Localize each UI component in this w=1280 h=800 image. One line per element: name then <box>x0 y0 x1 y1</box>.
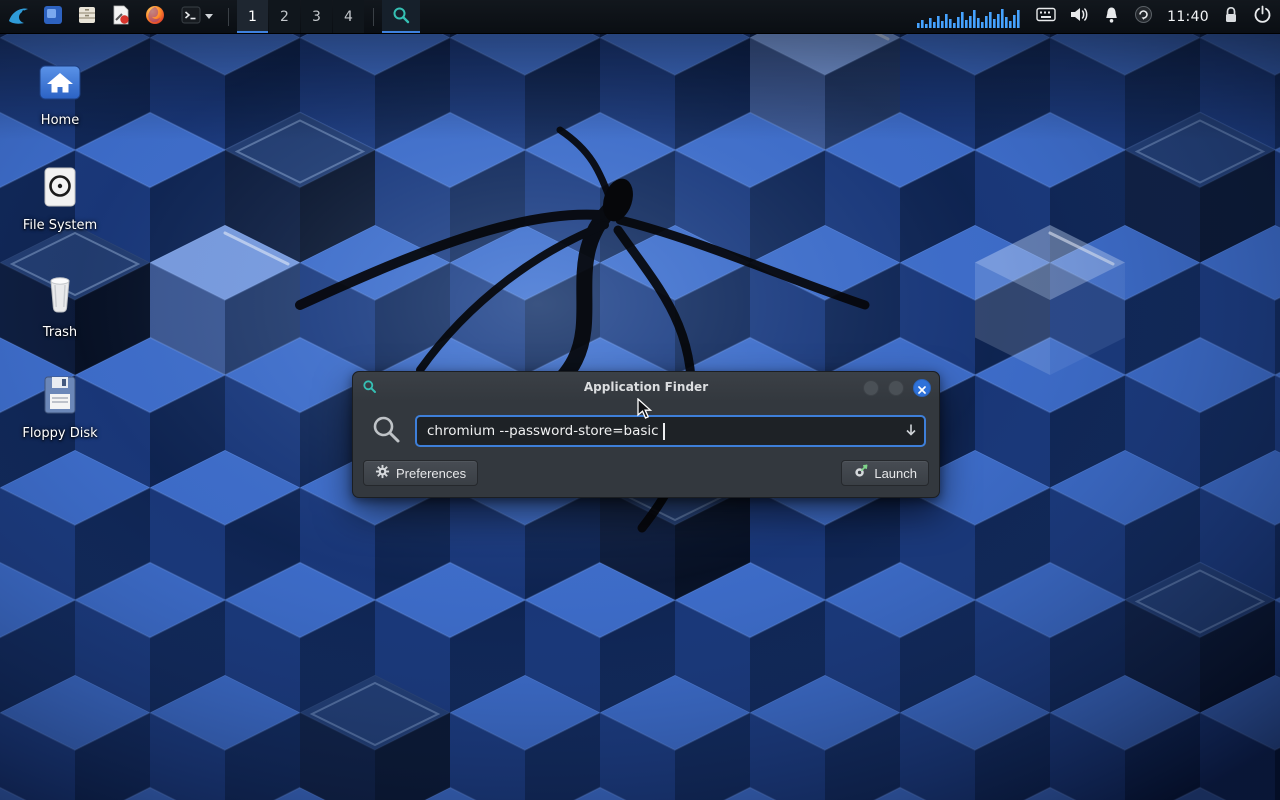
terminal-menu-chevron-icon <box>205 14 213 19</box>
file-manager-icon <box>76 4 98 30</box>
application-finder-window: Application Finder <box>352 371 940 498</box>
clock[interactable]: 11:40 <box>1167 0 1209 33</box>
launcher-terminal[interactable] <box>172 0 220 33</box>
speaker-icon <box>1070 6 1089 27</box>
launcher-app-window[interactable] <box>36 0 70 33</box>
launch-button[interactable]: Launch <box>841 460 929 486</box>
keyboard-icon <box>1036 7 1056 26</box>
firefox-icon <box>144 4 166 30</box>
launcher-firefox[interactable] <box>138 0 172 33</box>
preferences-button[interactable]: Preferences <box>363 460 478 486</box>
window-titlebar[interactable]: Application Finder <box>353 372 939 402</box>
application-finder-icon <box>391 5 411 29</box>
desktop-icon-label: File System <box>12 218 108 233</box>
search-icon <box>371 414 401 448</box>
lock-screen-button[interactable] <box>1223 0 1239 33</box>
file-system-icon <box>12 160 108 208</box>
log-out-button[interactable] <box>1253 0 1272 33</box>
launch-icon <box>853 464 868 482</box>
kali-logo-icon <box>6 3 30 31</box>
status-circle-indicator[interactable] <box>1134 0 1153 33</box>
application-finder-icon <box>362 379 377 398</box>
preferences-label: Preferences <box>396 466 466 481</box>
window-title: Application Finder <box>353 380 939 394</box>
terminal-icon <box>180 4 202 30</box>
power-icon <box>1253 5 1272 28</box>
update-circle-icon <box>1134 5 1153 28</box>
desktop-icon-floppy-disk[interactable]: Floppy Disk <box>12 368 108 441</box>
close-icon <box>918 379 926 398</box>
lock-icon <box>1223 6 1239 28</box>
panel-separator <box>373 8 374 26</box>
applications-menu-button[interactable] <box>0 0 36 33</box>
launcher-text-editor[interactable] <box>104 0 138 33</box>
launch-label: Launch <box>874 466 917 481</box>
text-caret <box>663 423 665 440</box>
workspace-2-button[interactable]: 2 <box>269 0 300 33</box>
desktop-icon-trash[interactable]: Trash <box>12 267 108 340</box>
desktop-icon-label: Home <box>12 113 108 128</box>
workspace-4-button[interactable]: 4 <box>333 0 364 33</box>
app-window-icon <box>42 4 64 30</box>
panel-separator <box>228 8 229 26</box>
desktop-icon-home[interactable]: Home <box>12 55 108 128</box>
top-panel: 1 2 3 4 <box>0 0 1280 34</box>
command-input-wrap <box>415 415 926 447</box>
gear-icon <box>375 464 390 482</box>
floppy-disk-icon <box>12 368 108 416</box>
notifications[interactable] <box>1103 0 1120 33</box>
launcher-file-manager[interactable] <box>70 0 104 33</box>
maximize-button[interactable] <box>888 380 904 396</box>
trash-icon <box>12 267 108 315</box>
bell-icon <box>1103 6 1120 28</box>
history-dropdown-button[interactable] <box>903 423 919 439</box>
arrow-down-icon <box>904 422 918 441</box>
text-editor-icon <box>110 4 132 30</box>
command-input[interactable] <box>415 415 926 447</box>
close-button[interactable] <box>913 379 931 397</box>
minimize-button[interactable] <box>863 380 879 396</box>
volume-control[interactable] <box>1070 0 1089 33</box>
desktop-icon-file-system[interactable]: File System <box>12 160 108 233</box>
desktop-icon-label: Floppy Disk <box>12 426 108 441</box>
workspace-1-button[interactable]: 1 <box>237 0 268 33</box>
workspace-3-button[interactable]: 3 <box>301 0 332 33</box>
audio-spectrum-monitor <box>917 0 1022 33</box>
keyboard-indicator[interactable] <box>1036 0 1056 33</box>
taskbar-application-finder-button[interactable] <box>382 0 420 33</box>
desktop-icon-label: Trash <box>12 325 108 340</box>
home-icon <box>12 55 108 103</box>
